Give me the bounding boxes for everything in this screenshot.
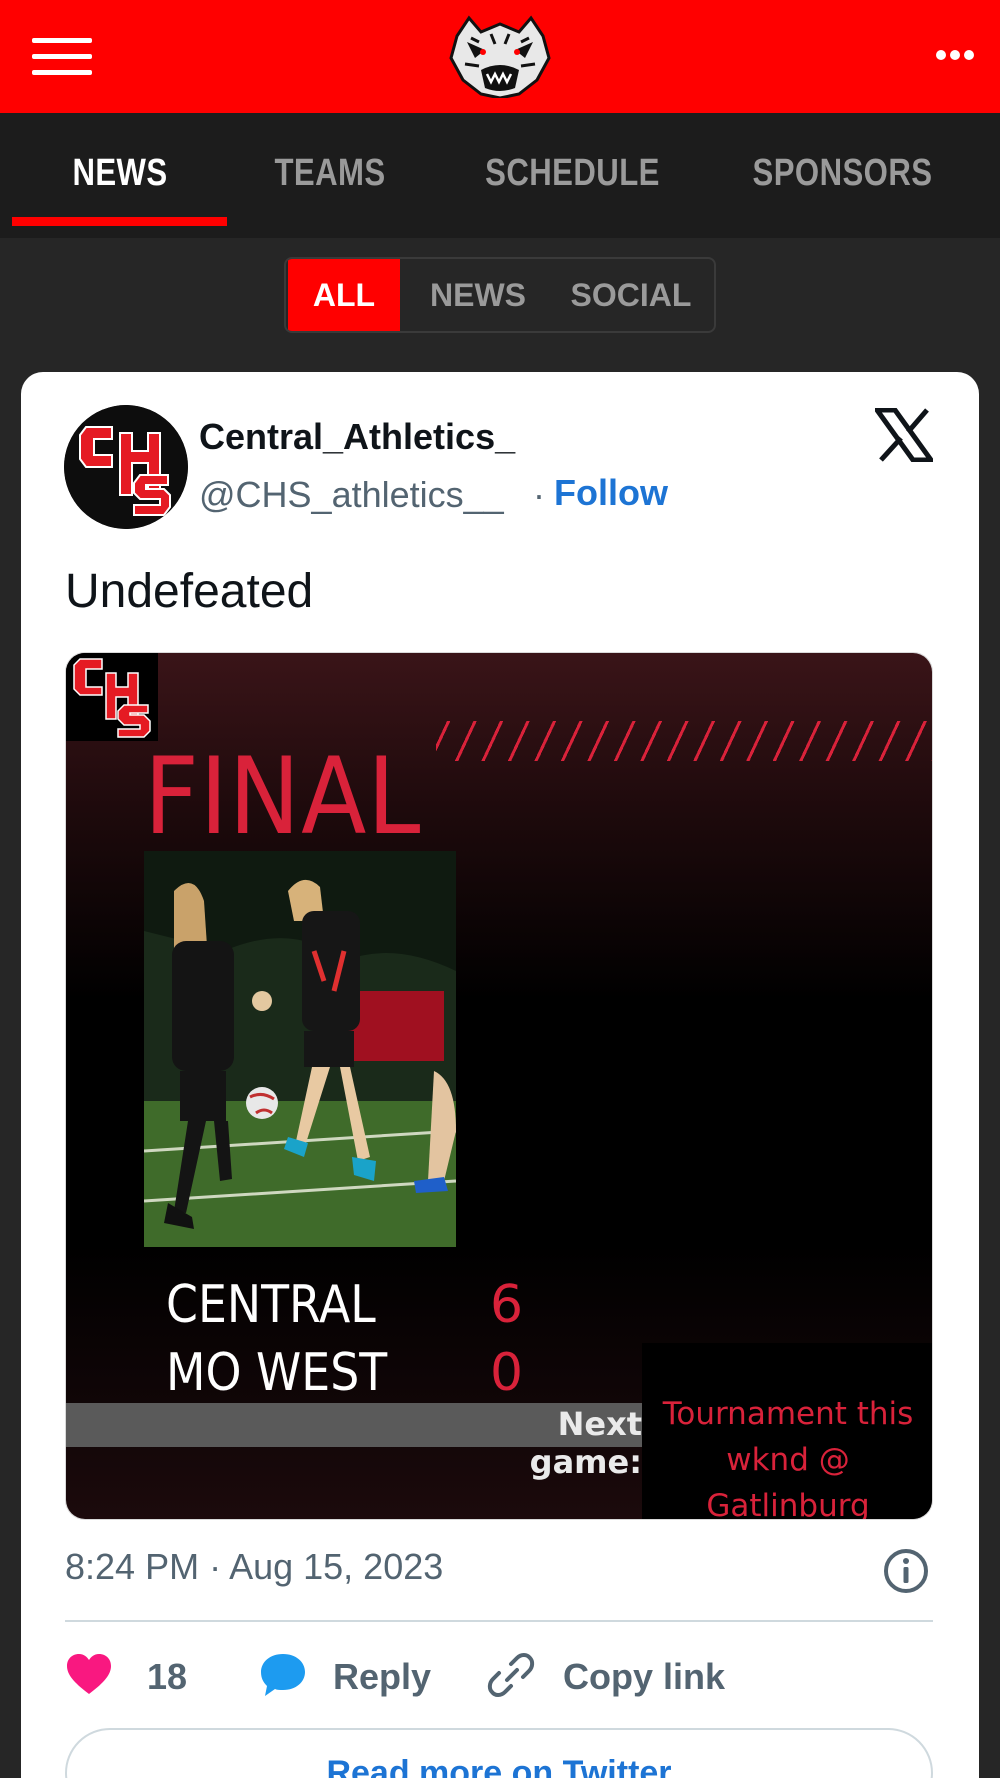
read-more-button[interactable]: Read more on Twitter xyxy=(65,1728,933,1778)
filter-news[interactable]: NEWS xyxy=(408,259,548,331)
author-handle[interactable]: @CHS_athletics__ xyxy=(199,474,504,516)
filter-social[interactable]: SOCIAL xyxy=(556,259,706,331)
next-game-line: Gatlinburg xyxy=(706,1488,870,1520)
tab-sponsors[interactable]: SPONSORS xyxy=(738,113,947,238)
soccer-game-photo xyxy=(144,851,456,1247)
next-game-line: wknd @ xyxy=(726,1442,850,1478)
tab-schedule[interactable]: SCHEDULE xyxy=(464,113,681,238)
like-count[interactable]: 18 xyxy=(147,1656,187,1698)
tweet-timestamp[interactable]: 8:24 PM · Aug 15, 2023 xyxy=(65,1546,443,1588)
team-score-away: 0 xyxy=(490,1343,524,1403)
avatar[interactable] xyxy=(64,405,188,529)
team-name-away: MO WEST xyxy=(166,1343,388,1403)
final-headline: FINAL xyxy=(144,735,422,858)
tweet-card: Central_Athletics_ @CHS_athletics__ · Fo… xyxy=(21,372,979,1778)
copy-link-button[interactable]: Copy link xyxy=(563,1656,725,1698)
team-name-home: CENTRAL xyxy=(166,1275,376,1335)
tweet-text: Undefeated xyxy=(65,565,314,618)
hamburger-menu-icon[interactable] xyxy=(32,38,92,76)
chs-logo xyxy=(66,653,158,741)
team-score-home: 6 xyxy=(490,1275,524,1335)
author-name[interactable]: Central_Athletics_ xyxy=(199,416,515,458)
app-header xyxy=(0,0,1000,113)
reply-button[interactable]: Reply xyxy=(333,1656,431,1698)
info-icon[interactable] xyxy=(883,1548,929,1594)
active-tab-indicator xyxy=(12,217,227,226)
next-game-line: Tournament this xyxy=(662,1396,914,1432)
feed-filter: ALL NEWS SOCIAL xyxy=(284,257,716,333)
more-dots-icon[interactable] xyxy=(936,48,976,62)
tweet-media[interactable]: FINAL CENTRAL 6 MO WEST 0 Next game: Tou… xyxy=(65,652,933,1520)
decorative-stripes xyxy=(436,721,932,761)
link-icon[interactable] xyxy=(487,1652,535,1698)
tab-teams[interactable]: TEAMS xyxy=(248,113,412,238)
filter-all[interactable]: ALL xyxy=(288,259,400,331)
next-game-info: Tournament this wknd @ Gatlinburg xyxy=(642,1391,932,1520)
separator-dot: · xyxy=(533,474,545,515)
reply-icon[interactable] xyxy=(259,1652,307,1698)
next-game-label: Next game: xyxy=(529,1405,642,1481)
follow-button[interactable]: Follow xyxy=(554,472,668,514)
heart-icon[interactable] xyxy=(65,1652,113,1698)
main-nav: NEWS TEAMS SCHEDULE SPONSORS xyxy=(0,113,1000,238)
wildcat-logo[interactable] xyxy=(445,14,555,98)
divider xyxy=(65,1620,933,1622)
x-logo-icon[interactable] xyxy=(875,408,933,462)
